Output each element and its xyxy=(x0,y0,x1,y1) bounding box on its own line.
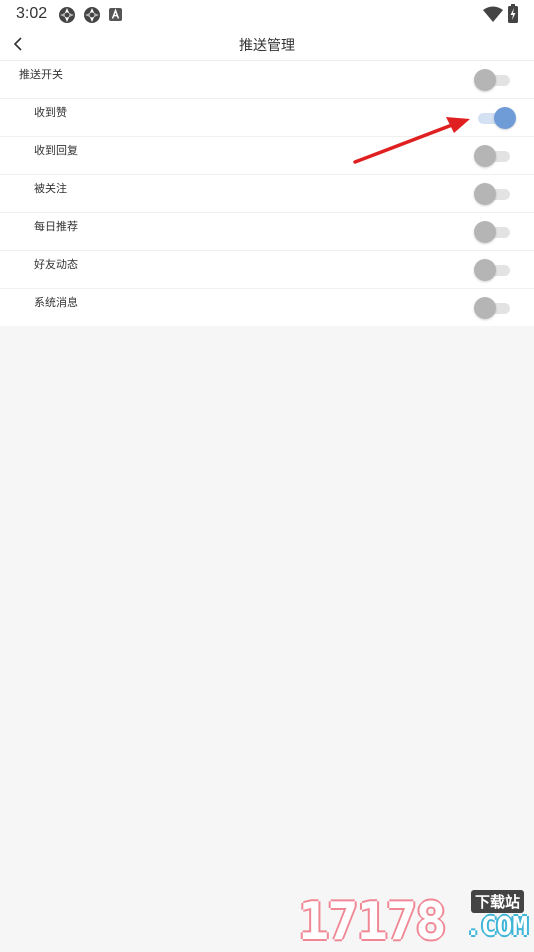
push-switch-toggle[interactable] xyxy=(474,69,512,91)
likes-toggle[interactable] xyxy=(474,107,516,129)
setting-row-followed: 被关注 xyxy=(0,175,534,213)
setting-label: 推送开关 xyxy=(19,68,63,81)
toggle-thumb xyxy=(474,69,496,91)
toggle-thumb xyxy=(474,145,496,167)
page-title: 推送管理 xyxy=(239,38,295,54)
toggle-thumb xyxy=(474,183,496,205)
keyboard-a-icon xyxy=(109,8,122,21)
system-message-toggle[interactable] xyxy=(474,297,512,319)
daily-recommend-toggle[interactable] xyxy=(474,221,512,243)
watermark-text: 下载站 xyxy=(470,890,524,913)
battery-charging-icon xyxy=(508,4,518,23)
setting-label: 收到回复 xyxy=(34,144,78,157)
followed-toggle[interactable] xyxy=(474,183,512,205)
aperture-icon xyxy=(59,7,75,23)
setting-row-daily-recommend: 每日推荐 xyxy=(0,213,534,251)
watermark-suffix: .COM xyxy=(465,912,528,942)
aperture-icon xyxy=(84,7,100,23)
replies-toggle[interactable] xyxy=(474,145,512,167)
status-time: 3:02 xyxy=(16,5,48,22)
friend-activity-toggle[interactable] xyxy=(474,259,512,281)
toggle-thumb xyxy=(474,259,496,281)
setting-row-push-switch: 推送开关 xyxy=(0,61,534,99)
setting-label: 每日推荐 xyxy=(34,220,78,233)
wifi-icon xyxy=(483,6,503,22)
toggle-thumb xyxy=(474,297,496,319)
setting-label: 系统消息 xyxy=(34,296,78,309)
site-watermark: 17178 下载站 .COM xyxy=(298,888,530,952)
toggle-thumb xyxy=(494,107,516,129)
toggle-thumb xyxy=(474,221,496,243)
setting-label: 收到赞 xyxy=(34,106,67,119)
status-bar: 3:02 xyxy=(0,0,534,28)
setting-row-friend-activity: 好友动态 xyxy=(0,251,534,289)
setting-label: 被关注 xyxy=(34,182,67,195)
app-header: 推送管理 xyxy=(0,28,534,61)
push-settings-list: 推送开关 收到赞 收到回复 被关注 每日推荐 好友动态 系统消息 xyxy=(0,61,534,326)
setting-row-likes: 收到赞 xyxy=(0,99,534,137)
setting-row-replies: 收到回复 xyxy=(0,137,534,175)
setting-label: 好友动态 xyxy=(34,258,78,271)
setting-row-system-message: 系统消息 xyxy=(0,289,534,326)
watermark-digits: 17178 xyxy=(298,892,447,952)
